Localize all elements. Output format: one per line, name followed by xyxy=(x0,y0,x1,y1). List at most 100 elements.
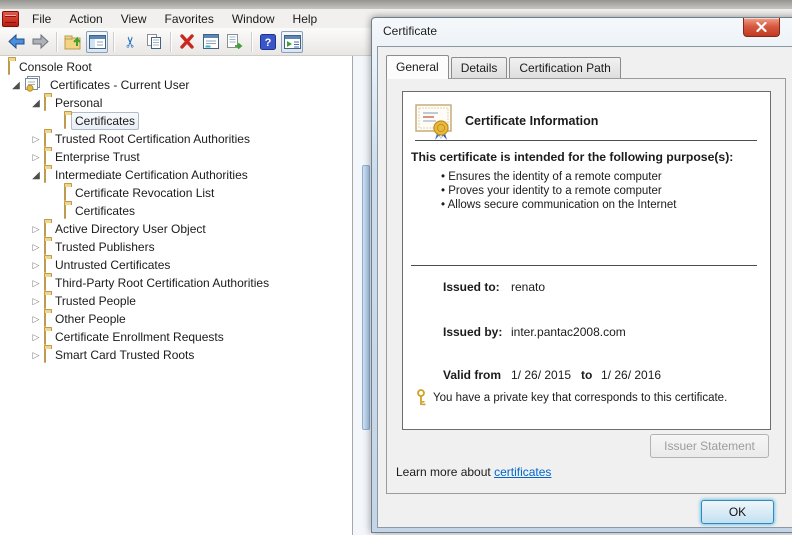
expander-collapsed-icon[interactable]: ▷ xyxy=(28,224,44,235)
console-tree: Console Root ◢ Certificates - Current User… xyxy=(0,58,352,364)
tree-item-label[interactable]: Trusted Publishers xyxy=(51,238,159,256)
tree-item-trusted-publishers[interactable]: ▷ Trusted Publishers xyxy=(0,238,352,256)
expander-collapsed-icon[interactable]: ▷ xyxy=(28,314,44,325)
expander-collapsed-icon[interactable]: ▷ xyxy=(28,332,44,343)
certificates-snapin-icon xyxy=(24,75,41,95)
dialog-title: Certificate xyxy=(383,24,438,38)
tree-item-label[interactable]: Personal xyxy=(51,94,106,112)
tree-item-label[interactable]: Trusted Root Certification Authorities xyxy=(51,130,254,148)
expander-collapsed-icon[interactable]: ▷ xyxy=(28,260,44,271)
ok-button[interactable]: OK xyxy=(701,500,774,524)
tree-item-console-root[interactable]: Console Root xyxy=(0,58,352,76)
expander-collapsed-icon[interactable]: ▷ xyxy=(28,350,44,361)
expander-expanded-icon[interactable]: ◢ xyxy=(8,80,24,91)
folder-icon xyxy=(64,113,66,129)
tree-item-label[interactable]: Console Root xyxy=(15,58,96,76)
tree-item-label[interactable]: Certificate Enrollment Requests xyxy=(51,328,228,346)
tab-strip: General Details Certification Path xyxy=(386,55,623,79)
tree-item-label[interactable]: Trusted People xyxy=(51,292,140,310)
tree-item-active-directory-user-object[interactable]: ▷ Active Directory User Object xyxy=(0,220,352,238)
tree-item-intermediate-certification-authorities[interactable]: ◢ Intermediate Certification Authorities xyxy=(0,166,352,184)
menu-favorites[interactable]: Favorites xyxy=(156,10,223,28)
tree-item-label[interactable]: Smart Card Trusted Roots xyxy=(51,346,198,364)
back-icon[interactable] xyxy=(5,31,27,53)
tree-item-label[interactable]: Other People xyxy=(51,310,130,328)
issuer-statement-button[interactable]: Issuer Statement xyxy=(650,434,769,458)
purpose-item: Proves your identity to a remote compute… xyxy=(441,184,676,198)
folder-icon xyxy=(44,293,46,309)
copy-icon[interactable] xyxy=(143,31,165,53)
certificate-info-box: Certificate Information This certificate… xyxy=(402,91,771,430)
tree-item-certificates[interactable]: Certificates xyxy=(0,112,352,130)
menu-file[interactable]: File xyxy=(23,10,60,28)
scrollbar-thumb[interactable] xyxy=(362,165,370,430)
private-key-row: You have a private key that corresponds … xyxy=(415,389,727,406)
menu-window[interactable]: Window xyxy=(223,10,284,28)
toolbar-separator xyxy=(170,31,171,52)
properties-icon[interactable] xyxy=(200,31,222,53)
tree-item-label[interactable]: Certificates xyxy=(71,112,140,130)
menu-help[interactable]: Help xyxy=(284,10,327,28)
cut-icon[interactable]: ✂ xyxy=(119,31,141,53)
folder-icon xyxy=(44,239,46,255)
toolbar-separator xyxy=(251,31,252,52)
certificate-icon xyxy=(415,104,452,140)
toolbar-separator xyxy=(56,31,57,52)
tree-item-label[interactable]: Intermediate Certification Authorities xyxy=(51,166,252,184)
forward-icon[interactable] xyxy=(29,31,51,53)
tree-item-third-party-root-certification-authorities[interactable]: ▷ Third-Party Root Certification Authorit… xyxy=(0,274,352,292)
tree-item-label[interactable]: Untrusted Certificates xyxy=(51,256,174,274)
tree-item-enterprise-trust[interactable]: ▷ Enterprise Trust xyxy=(0,148,352,166)
up-folder-icon[interactable] xyxy=(62,31,84,53)
folder-icon xyxy=(44,347,46,363)
delete-icon[interactable] xyxy=(176,31,198,53)
tree-item-untrusted-certificates[interactable]: ▷ Untrusted Certificates xyxy=(0,256,352,274)
dialog-client-area: General Details Certification Path Certifi… xyxy=(377,46,792,528)
tree-item-certificate-enrollment-requests[interactable]: ▷ Certificate Enrollment Requests xyxy=(0,328,352,346)
folder-icon xyxy=(64,203,66,219)
show-action-pane-icon[interactable] xyxy=(281,30,303,53)
expander-collapsed-icon[interactable]: ▷ xyxy=(28,278,44,289)
tab-general[interactable]: General xyxy=(386,55,449,79)
tree-item-label[interactable]: Active Directory User Object xyxy=(51,220,210,238)
tree-item-trusted-people[interactable]: ▷ Trusted People xyxy=(0,292,352,310)
tree-item-label[interactable]: Certificates xyxy=(71,202,139,220)
tab-certification-path[interactable]: Certification Path xyxy=(509,57,621,78)
show-console-tree-icon[interactable] xyxy=(86,30,108,53)
help-icon[interactable]: ? xyxy=(257,31,279,53)
tree-item-personal[interactable]: ◢ Personal xyxy=(0,94,352,112)
expander-expanded-icon[interactable]: ◢ xyxy=(28,98,44,109)
tree-item-trusted-root-certification-authorities[interactable]: ▷ Trusted Root Certification Authorities xyxy=(0,130,352,148)
vertical-scrollbar[interactable] xyxy=(353,56,370,535)
tree-item-label[interactable]: Third-Party Root Certification Authoriti… xyxy=(51,274,273,292)
purpose-item: Allows secure communication on the Inter… xyxy=(441,198,677,212)
tree-item-other-people[interactable]: ▷ Other People xyxy=(0,310,352,328)
menu-view[interactable]: View xyxy=(112,10,156,28)
tree-item-certificates[interactable]: Certificates xyxy=(0,202,352,220)
expander-collapsed-icon[interactable]: ▷ xyxy=(28,242,44,253)
menu-action[interactable]: Action xyxy=(60,10,111,28)
folder-icon xyxy=(8,59,10,75)
toolbar-separator xyxy=(113,31,114,52)
expander-collapsed-icon[interactable]: ▷ xyxy=(28,152,44,163)
tree-item-certificate-revocation-list[interactable]: Certificate Revocation List xyxy=(0,184,352,202)
tree-item-smart-card-trusted-roots[interactable]: ▷ Smart Card Trusted Roots xyxy=(0,346,352,364)
folder-icon xyxy=(44,329,46,345)
certificates-link[interactable]: certificates xyxy=(494,465,551,479)
issued-by-label: Issued by: xyxy=(443,325,503,339)
expander-collapsed-icon[interactable]: ▷ xyxy=(28,134,44,145)
folder-icon xyxy=(44,257,46,273)
export-list-icon[interactable] xyxy=(224,31,246,53)
close-icon[interactable] xyxy=(743,18,780,37)
tree-item-label[interactable]: Enterprise Trust xyxy=(51,148,144,166)
tree-item-label[interactable]: Certificate Revocation List xyxy=(71,184,218,202)
tree-item-certificates-current-user[interactable]: ◢ Certificates - Current User xyxy=(0,75,352,95)
tab-details[interactable]: Details xyxy=(450,57,508,78)
folder-icon xyxy=(44,311,46,327)
expander-collapsed-icon[interactable]: ▷ xyxy=(28,296,44,307)
private-key-note: You have a private key that corresponds … xyxy=(433,391,728,404)
expander-expanded-icon[interactable]: ◢ xyxy=(28,170,44,181)
certificate-dialog: Certificate General Details Certification … xyxy=(371,17,792,533)
tree-item-label[interactable]: Certificates - Current User xyxy=(46,76,193,94)
separator-line xyxy=(415,140,757,141)
